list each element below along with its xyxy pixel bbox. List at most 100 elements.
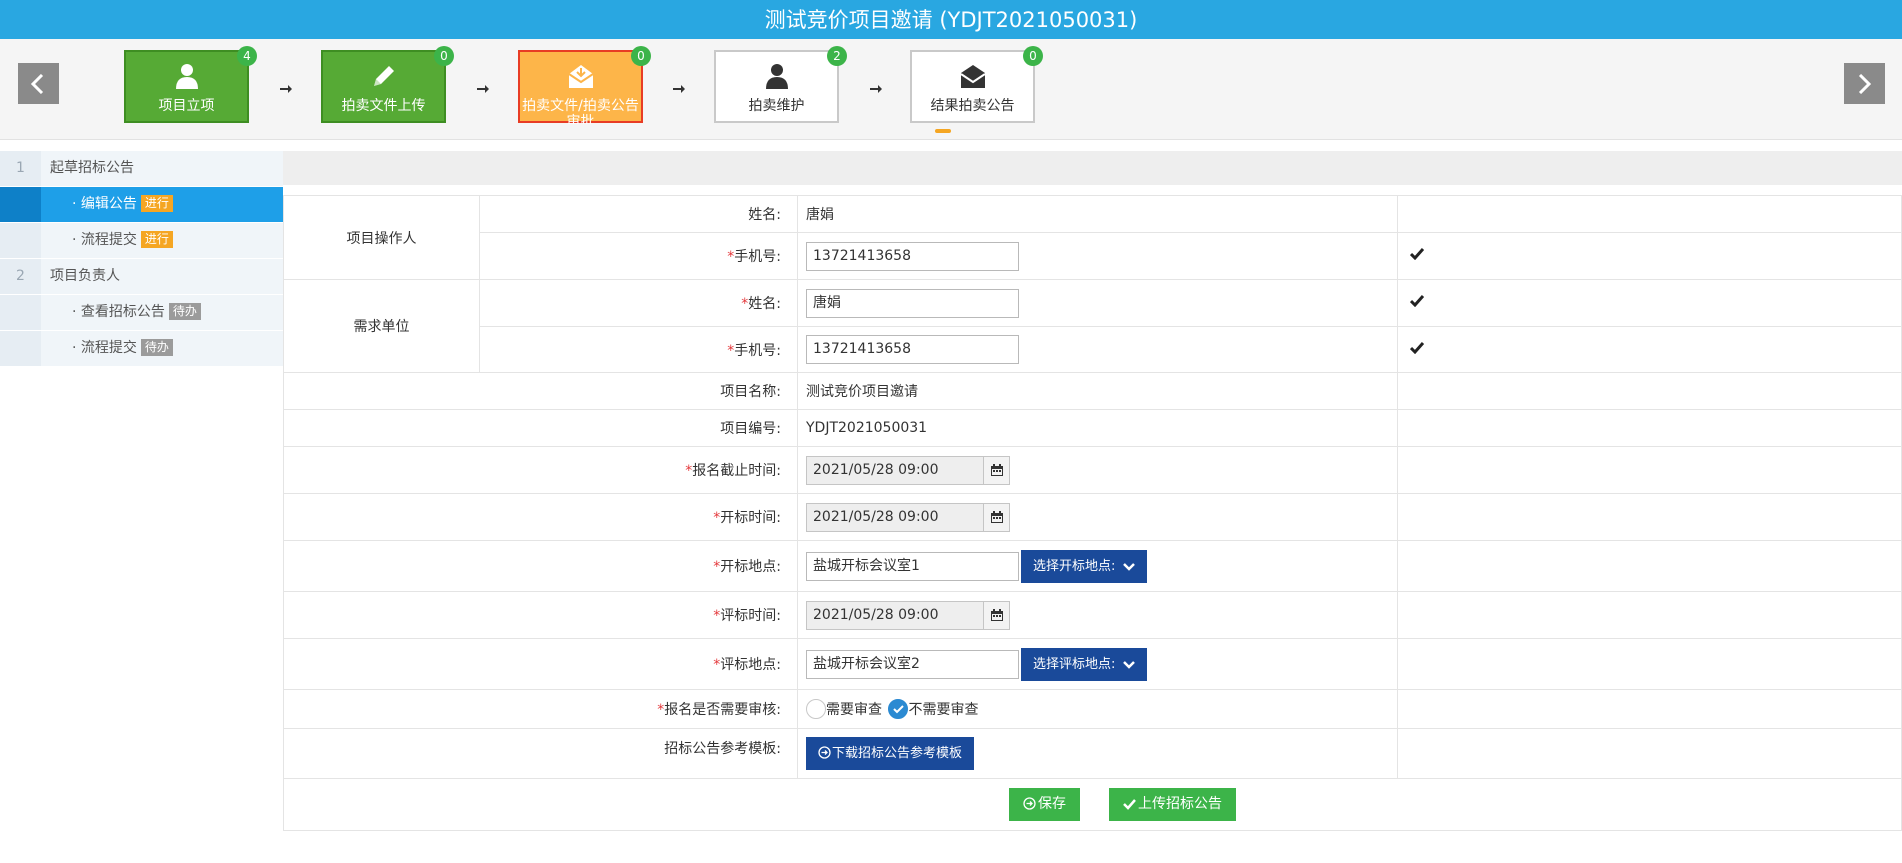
sidebar-item-label: · 查看招标公告 [72,304,165,320]
calendar-button[interactable] [984,502,1010,532]
check-icon [1409,295,1425,308]
check-cell [1397,279,1902,327]
radio-label: 不需要审查 [908,702,979,718]
project-name-label: 项目名称: [283,372,798,410]
demand-phone-input[interactable]: 13721413658 [806,335,1019,364]
check-icon [1409,341,1425,354]
sidebar-group-manager[interactable]: 2 项目负责人 [0,259,283,295]
sidebar-step-number: 1 [0,151,41,186]
current-step-indicator [935,129,951,133]
content-header-band [283,151,1902,185]
arrow-right-icon [673,85,685,93]
arrow-right-icon [280,85,292,93]
sidebar-item-submit-2[interactable]: · 流程提交 待办 [0,331,283,367]
group-demand-unit: 需求单位 [283,279,480,373]
arrow-right-icon [870,85,882,93]
sidebar-item-submit[interactable]: · 流程提交 进行 [0,223,283,259]
download-template-button[interactable]: 下载招标公告参考模板 [806,737,975,770]
step-result-notice[interactable]: 结果拍卖公告 0 [910,46,1043,123]
eval-time-cell: 2021/05/28 09:00 [797,591,1398,639]
eval-place-input[interactable]: 盐城开标会议室2 [806,649,1019,679]
sidebar-item-text: · 流程提交 进行 [72,223,173,258]
step-label: 结果拍卖公告 [930,98,1015,114]
user-icon [175,64,198,89]
step-approval[interactable]: 拍卖文件/拍卖公告审批 0 [518,46,651,124]
open-place-input[interactable]: 盐城开标会议室1 [806,551,1019,581]
calendar-button[interactable] [984,455,1010,485]
operator-name-label: 姓名: [479,195,798,233]
check-cell [1397,591,1902,639]
select-open-place-button[interactable]: 选择开标地点: [1021,549,1148,583]
field-label: 报名截止时间: [692,463,781,479]
check-cell [1397,689,1902,729]
eval-place-label: *评标地点: [283,638,798,690]
next-arrow-button[interactable] [1844,63,1885,104]
envelope-icon [959,65,986,88]
upload-notice-button[interactable]: 上传招标公告 [1108,788,1236,821]
demand-name-cell: 唐娟 [797,279,1398,327]
field-label: 姓名: [748,296,781,312]
check-cell [1397,372,1902,410]
chevron-down-icon [1123,660,1136,669]
operator-phone-input[interactable]: 13721413658 [806,241,1019,271]
check-cell [1397,195,1902,233]
step-label: 拍卖文件/拍卖公告审批 [522,98,639,124]
step-file-upload[interactable]: 拍卖文件上传 0 [321,46,454,123]
status-badge: 进行 [140,195,173,212]
save-button[interactable]: 保存 [1009,788,1081,821]
sidebar-item-edit-notice[interactable]: · 编辑公告 进行 [0,187,283,223]
open-time-input[interactable]: 2021/05/28 09:00 [806,502,984,532]
operator-phone-cell: 13721413658 [797,232,1398,280]
sidebar-item-label: · 流程提交 [72,340,137,356]
button-label: 上传招标公告 [1137,796,1222,812]
field-label: 评标地点: [720,657,781,673]
open-place-label: *开标地点: [283,540,798,592]
review-not-required-radio[interactable] [888,699,909,719]
step-project-setup[interactable]: 项目立项 4 [124,46,257,123]
sidebar-item-label: · 流程提交 [72,232,137,248]
arrow-circle-icon [818,746,831,759]
select-eval-place-button[interactable]: 选择评标地点: [1021,647,1148,681]
demand-name-input[interactable]: 唐娟 [806,288,1019,318]
status-badge: 待办 [168,303,201,320]
open-time-label: *开标时间: [283,493,798,541]
operator-phone-label: *手机号: [479,232,798,280]
status-badge: 进行 [140,231,173,248]
step-count-badge: 2 [827,46,847,66]
field-label: 姓名: [748,207,781,223]
reg-deadline-input[interactable]: 2021/05/28 09:00 [806,455,984,485]
sidebar-step-number [0,295,41,330]
template-cell: 下载招标公告参考模板 [797,728,1398,779]
sidebar-group-draft[interactable]: 1 起草招标公告 [0,151,283,187]
operator-name-value: 唐娟 [797,195,1398,233]
check-cell [1397,232,1902,280]
group-operator: 项目操作人 [283,195,480,280]
review-cell: 需要审查 不需要审查 [797,689,1398,729]
check-icon [893,705,905,714]
step-count-badge: 0 [434,46,454,66]
project-number-value: YDJT2021050031 [797,409,1398,447]
sidebar-item-view-notice[interactable]: · 查看招标公告 待办 [0,295,283,331]
step-label: 项目立项 [158,98,215,114]
field-label: 报名是否需要审核: [664,702,781,718]
field-label: 开标地点: [720,559,781,575]
demand-phone-label: *手机号: [479,326,798,373]
sidebar-item-label: · 编辑公告 [72,196,137,212]
check-cell [1397,493,1902,541]
workflow-steps: 项目立项 4 拍卖文件上传 0 拍卖文件/拍卖公告审批 0 拍卖维护 2 结果拍… [0,39,1902,140]
check-cell [1397,326,1902,373]
button-label: 下载招标公告参考模板 [832,746,963,761]
project-number-label: 项目编号: [283,409,798,447]
prev-arrow-button[interactable] [18,63,59,104]
calendar-button[interactable] [984,600,1010,630]
pencil-icon [373,66,394,86]
field-label: 开标时间: [720,510,781,526]
eval-time-input[interactable]: 2021/05/28 09:00 [806,600,984,630]
check-icon [1409,248,1425,261]
sidebar-item-label: 项目负责人 [50,268,120,284]
step-maintenance[interactable]: 拍卖维护 2 [714,46,847,123]
check-cell [1397,540,1902,592]
review-required-radio[interactable] [806,699,826,719]
step-count-badge: 0 [1023,46,1043,66]
eval-place-cell: 盐城开标会议室2 选择评标地点: [797,638,1398,690]
